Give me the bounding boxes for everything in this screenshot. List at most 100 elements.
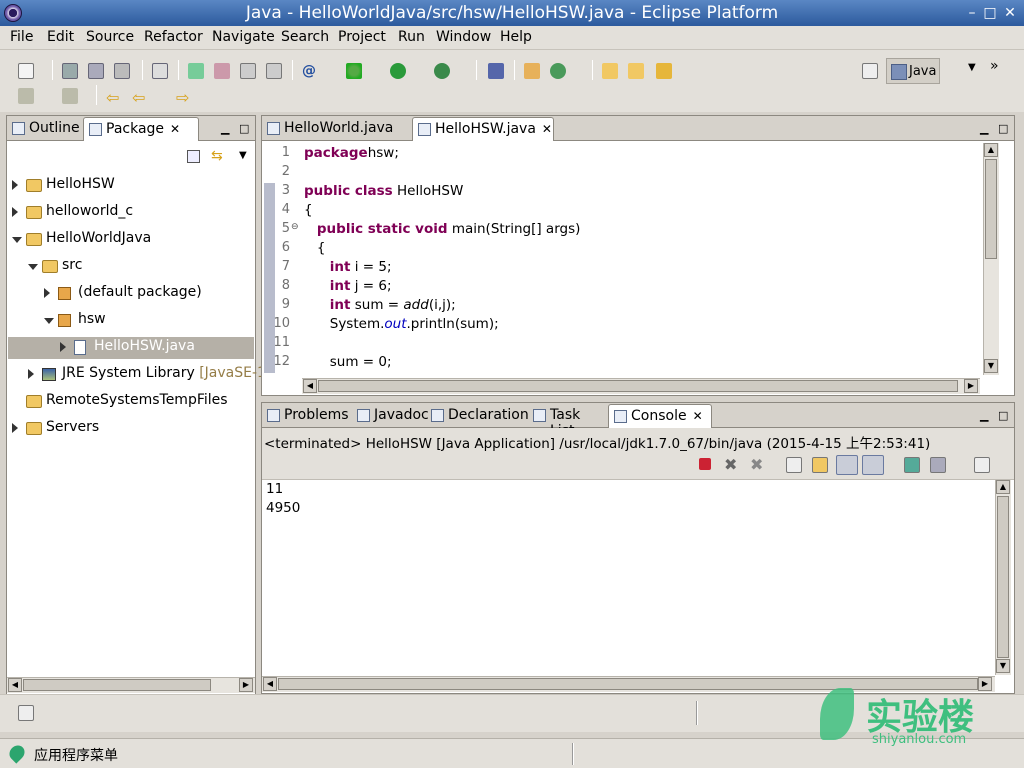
- tree-item[interactable]: HelloHSW: [8, 175, 254, 197]
- close-icon[interactable]: ✕: [542, 122, 552, 136]
- menu-window[interactable]: Window: [436, 29, 491, 45]
- maximize-icon[interactable]: □: [239, 122, 249, 135]
- editor-vertical-scrollbar[interactable]: ▲ ▼: [983, 143, 999, 375]
- save-all-icon[interactable]: [88, 63, 104, 79]
- app-menu-label[interactable]: 应用程序菜单: [34, 745, 118, 765]
- scroll-thumb[interactable]: [985, 159, 997, 259]
- tree-item[interactable]: helloworld_c: [8, 202, 254, 224]
- binary-icon[interactable]: [152, 63, 168, 79]
- last-edit-icon[interactable]: ⇦: [106, 88, 122, 107]
- clear-console-icon[interactable]: [786, 457, 802, 473]
- tree-item[interactable]: RemoteSystemsTempFiles: [8, 391, 254, 413]
- scroll-right-icon[interactable]: ▶: [239, 678, 253, 692]
- maximize-icon[interactable]: □: [998, 122, 1008, 135]
- code-line[interactable]: {: [304, 202, 313, 218]
- more-perspectives-icon[interactable]: »: [990, 58, 999, 74]
- menu-project[interactable]: Project: [338, 29, 386, 45]
- terminal-icon[interactable]: [266, 63, 282, 79]
- minimize-icon[interactable]: ▁: [980, 122, 988, 135]
- run-icon[interactable]: [390, 63, 406, 79]
- annotation-icon[interactable]: [18, 88, 34, 104]
- scroll-lock-icon[interactable]: [812, 457, 828, 473]
- code-line[interactable]: packagehsw;: [304, 145, 399, 161]
- scroll-thumb[interactable]: [23, 679, 211, 691]
- collapsed-arrow-icon[interactable]: [12, 423, 18, 433]
- code-line[interactable]: public static void main(String[] args): [304, 221, 581, 237]
- maximize-button[interactable]: □: [980, 3, 1000, 23]
- scroll-left-icon[interactable]: ◀: [303, 379, 317, 393]
- terminate-icon[interactable]: [699, 458, 711, 470]
- menu-refactor[interactable]: Refactor: [144, 29, 203, 45]
- scroll-thumb[interactable]: [318, 380, 958, 392]
- tab-package[interactable]: Package ✕: [83, 117, 199, 141]
- tab-helloworld-java[interactable]: HelloWorld.java: [262, 117, 410, 141]
- menu-help[interactable]: Help: [500, 29, 532, 45]
- collapsed-arrow-icon[interactable]: [44, 288, 50, 298]
- tree-item[interactable]: JRE System Library [JavaSE-1.7]: [8, 364, 285, 386]
- back-icon[interactable]: ⇦: [132, 88, 148, 107]
- expanded-arrow-icon[interactable]: [12, 237, 22, 243]
- close-icon[interactable]: ✕: [170, 122, 180, 136]
- scroll-up-icon[interactable]: ▲: [996, 480, 1010, 494]
- new-package-icon[interactable]: [524, 63, 540, 79]
- collapsed-arrow-icon[interactable]: [12, 180, 18, 190]
- tree-item[interactable]: Servers: [8, 418, 254, 440]
- menu-file[interactable]: File: [10, 29, 33, 45]
- task-icon[interactable]: [188, 63, 204, 79]
- show-on-stdout-icon[interactable]: [836, 455, 858, 475]
- tree-item[interactable]: HelloHSW.java: [8, 337, 254, 359]
- remove-launch-icon[interactable]: ✖: [724, 455, 740, 474]
- open-type-icon[interactable]: [602, 63, 618, 79]
- code-line[interactable]: int i = 5;: [304, 259, 392, 275]
- expanded-arrow-icon[interactable]: [28, 264, 38, 270]
- code-line[interactable]: public class HelloHSW: [304, 183, 463, 199]
- tab-outline[interactable]: Outline: [7, 117, 82, 141]
- tab-hellohsw-java[interactable]: HelloHSW.java ✕: [412, 117, 554, 141]
- left-horizontal-scrollbar[interactable]: ◀ ▶: [7, 677, 255, 693]
- close-button[interactable]: ✕: [1000, 3, 1020, 23]
- expanded-arrow-icon[interactable]: [44, 318, 54, 324]
- tab-task-list[interactable]: Task List: [528, 404, 608, 439]
- open-console-icon[interactable]: [974, 457, 990, 473]
- code-line[interactable]: {: [304, 240, 326, 256]
- collapsed-arrow-icon[interactable]: [28, 369, 34, 379]
- menu-search[interactable]: Search: [281, 29, 329, 45]
- print-icon[interactable]: [114, 63, 130, 79]
- scroll-down-icon[interactable]: ▼: [996, 659, 1010, 673]
- code-line[interactable]: System.out.println(sum);: [304, 316, 499, 332]
- maximize-icon[interactable]: □: [998, 409, 1008, 422]
- chevron-down-icon[interactable]: ▼: [968, 62, 976, 73]
- save-icon[interactable]: [62, 63, 78, 79]
- menu-edit[interactable]: Edit: [47, 29, 74, 45]
- collapse-all-icon[interactable]: [187, 150, 200, 163]
- code-line[interactable]: int j = 6;: [304, 278, 392, 294]
- close-icon[interactable]: ✕: [693, 409, 703, 423]
- show-on-stderr-icon[interactable]: [862, 455, 884, 475]
- at-sign-icon[interactable]: @: [302, 63, 318, 79]
- remove-all-icon[interactable]: ✖: [750, 455, 766, 474]
- forward-icon[interactable]: ⇨: [176, 88, 192, 107]
- pen-icon[interactable]: [214, 63, 230, 79]
- tree-item[interactable]: HelloWorldJava: [8, 229, 254, 251]
- tree-item[interactable]: hsw: [8, 310, 254, 332]
- link-editor-icon[interactable]: ⇆: [211, 148, 223, 164]
- pin-console-icon[interactable]: [904, 457, 920, 473]
- new-icon[interactable]: [18, 63, 34, 79]
- search-torch-icon[interactable]: [656, 63, 672, 79]
- collapsed-arrow-icon[interactable]: [60, 342, 66, 352]
- scroll-left-icon[interactable]: ◀: [8, 678, 22, 692]
- console-vertical-scrollbar[interactable]: ▲ ▼: [995, 480, 1011, 675]
- tab-javadoc[interactable]: Javadoc: [352, 404, 429, 428]
- view-menu-icon[interactable]: ▼: [239, 150, 247, 161]
- open-folder-icon[interactable]: [628, 63, 644, 79]
- minimize-icon[interactable]: ▁: [221, 122, 229, 135]
- next-annotation-icon[interactable]: [62, 88, 78, 104]
- app-menu-icon[interactable]: [6, 742, 28, 764]
- tab-problems[interactable]: Problems: [262, 404, 350, 428]
- open-perspective-icon[interactable]: [862, 63, 878, 79]
- menu-source[interactable]: Source: [86, 29, 134, 45]
- tree-item[interactable]: (default package): [8, 283, 254, 305]
- tab-console[interactable]: Console ✕: [608, 404, 712, 428]
- menu-navigate[interactable]: Navigate: [212, 29, 275, 45]
- console-icon[interactable]: [240, 63, 256, 79]
